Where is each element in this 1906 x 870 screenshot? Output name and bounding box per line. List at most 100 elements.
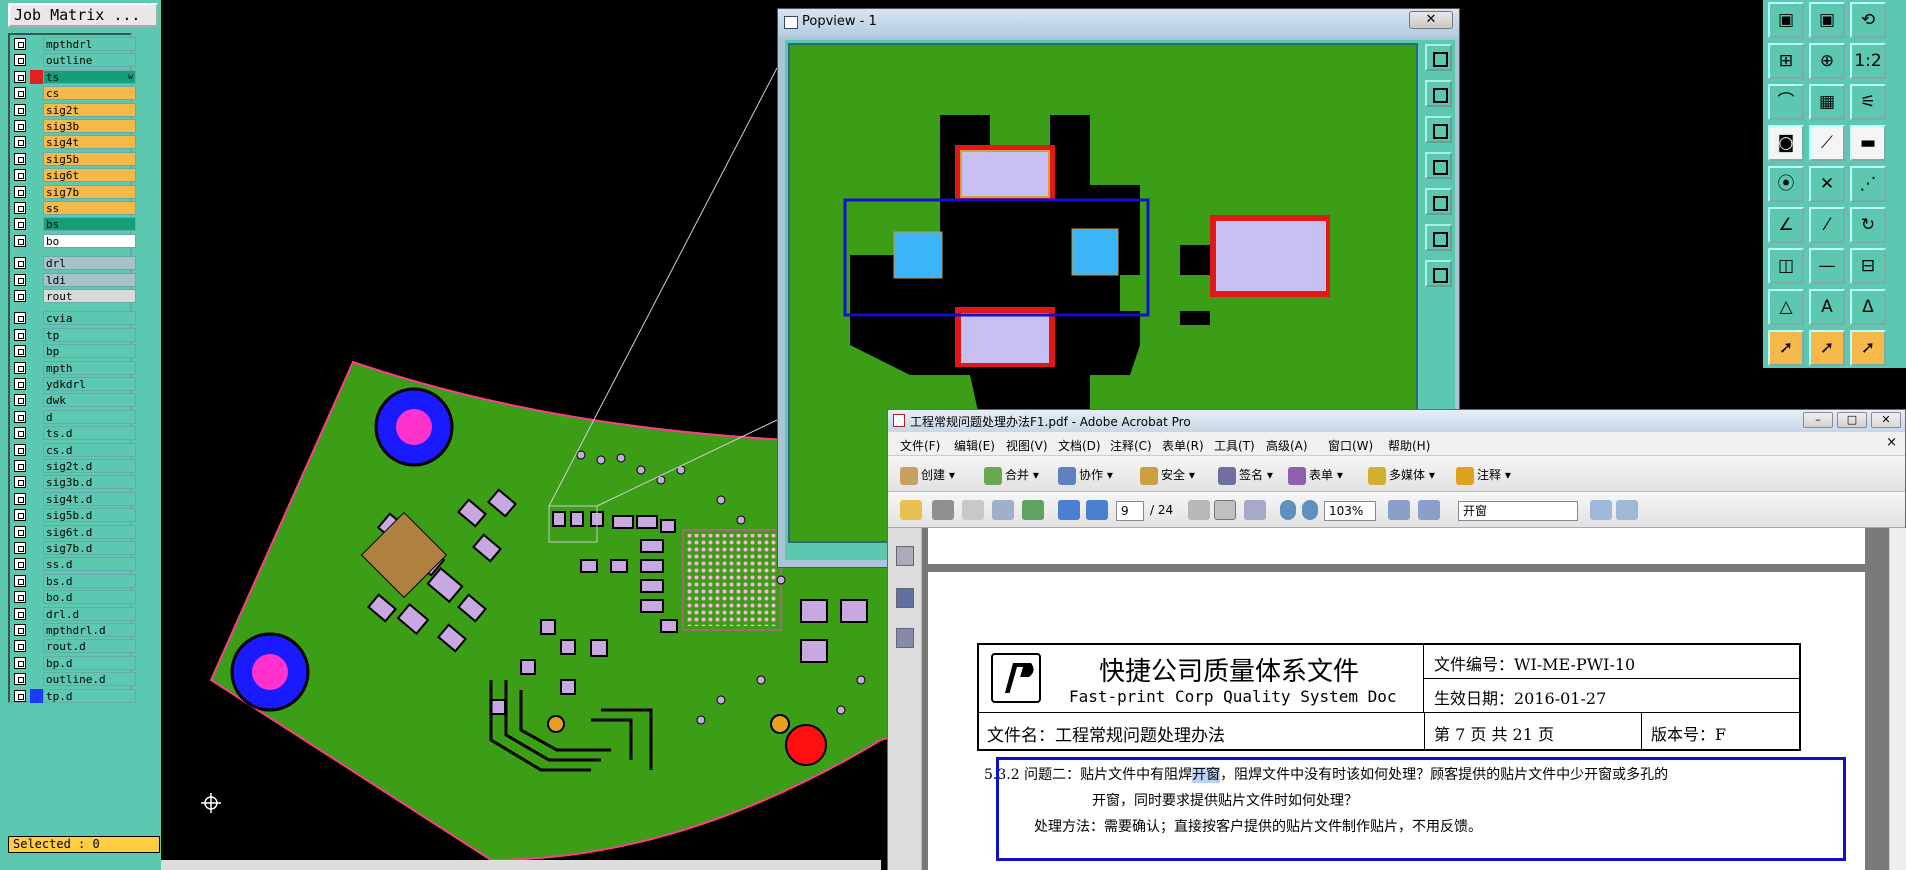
email-icon[interactable]: [992, 500, 1014, 520]
layer-name[interactable]: sig2t: [43, 102, 136, 117]
layer-name[interactable]: bs.d: [43, 573, 136, 588]
layer-name[interactable]: sig3b.d: [43, 475, 136, 490]
layer-checkbox[interactable]: [14, 607, 26, 620]
grid-icon[interactable]: ▦: [1809, 84, 1845, 120]
layer-checkbox[interactable]: [14, 185, 26, 198]
layer-checkbox[interactable]: [14, 87, 26, 100]
layer-row[interactable]: sig2t: [12, 102, 140, 117]
triangle-icon[interactable]: △: [1768, 289, 1804, 325]
layer-checkbox[interactable]: [14, 394, 26, 407]
layer-row[interactable]: sig5b: [12, 151, 140, 166]
layer-checkbox[interactable]: [14, 624, 26, 636]
fit-page-icon[interactable]: [1388, 500, 1410, 520]
layer-row[interactable]: mpthdrl.d: [12, 623, 140, 637]
layer-name[interactable]: ss.d: [43, 557, 136, 572]
layer-row[interactable]: cs: [12, 86, 140, 101]
menu-advanced[interactable]: 高级(A): [1266, 437, 1308, 454]
layer-checkbox[interactable]: [14, 361, 26, 374]
layer-name[interactable]: sig4t.d: [43, 491, 136, 506]
layer-row[interactable]: ldi: [12, 272, 140, 287]
layer-row[interactable]: sig3b: [12, 119, 140, 133]
save-icon[interactable]: [962, 500, 984, 520]
select-net-icon[interactable]: ➚: [1850, 330, 1886, 366]
slash-icon[interactable]: ⁄: [1809, 207, 1845, 243]
zoom-level-input[interactable]: 103%: [1324, 501, 1376, 521]
layer-checkbox[interactable]: [14, 328, 26, 341]
layer-row[interactable]: d: [12, 409, 140, 424]
layer-name[interactable]: mpthdrl: [43, 37, 136, 51]
menu-forms[interactable]: 表单(R): [1162, 437, 1204, 454]
layer-row[interactable]: bp.d: [12, 655, 140, 670]
layer-row[interactable]: rout: [12, 289, 140, 303]
page-up-icon[interactable]: [1058, 500, 1080, 520]
layer-name[interactable]: sig7b.d: [43, 541, 136, 555]
open-icon[interactable]: [900, 500, 922, 520]
zoom-out-icon[interactable]: [1280, 500, 1296, 520]
vertical-scrollbar[interactable]: [1889, 528, 1906, 870]
layer-checkbox[interactable]: [14, 509, 26, 522]
layer-row[interactable]: mpth: [12, 360, 140, 375]
layer-row[interactable]: sig4t.d: [12, 491, 140, 506]
menu-document[interactable]: 文档(D): [1058, 437, 1101, 454]
signatures-icon[interactable]: [896, 628, 914, 648]
layer-name[interactable]: sig2t.d: [43, 459, 136, 473]
triangle-a-icon[interactable]: A: [1809, 289, 1845, 325]
close-button[interactable]: ✕: [1871, 412, 1901, 428]
zoom-tool-icon[interactable]: [1244, 500, 1266, 520]
layer-name[interactable]: bp.d: [43, 655, 136, 670]
select-add-icon[interactable]: ➚: [1809, 330, 1845, 366]
layer-checkbox[interactable]: [14, 169, 26, 182]
layer-checkbox[interactable]: [14, 558, 26, 571]
redraw-icon[interactable]: ⟲: [1850, 2, 1886, 38]
zoom-out-icon[interactable]: [1425, 116, 1452, 143]
layer-row[interactable]: ss.d: [12, 557, 140, 572]
zoom-in-icon[interactable]: ⊕: [1809, 43, 1845, 79]
hand-tool-icon[interactable]: [1214, 500, 1236, 520]
layer-checkbox[interactable]: [14, 70, 26, 83]
layer-row[interactable]: sig6t: [12, 168, 140, 183]
layer-name[interactable]: bs: [43, 217, 136, 232]
layer-checkbox[interactable]: [14, 378, 26, 390]
dash-icon[interactable]: ▬: [1850, 125, 1886, 161]
layer-checkbox[interactable]: [14, 103, 26, 116]
layer-row[interactable]: cvia: [12, 311, 140, 326]
layer-checkbox[interactable]: [14, 542, 26, 554]
layer-name[interactable]: mpthdrl.d: [43, 623, 136, 637]
minus-icon[interactable]: —: [1809, 248, 1845, 284]
layer-checkbox[interactable]: [14, 136, 26, 149]
layer-row[interactable]: mpthdrl: [12, 37, 140, 51]
center-icon[interactable]: [1425, 260, 1452, 287]
page-down-icon[interactable]: [1086, 500, 1108, 520]
pages-icon[interactable]: [896, 546, 914, 566]
layer-row[interactable]: bp: [12, 344, 140, 359]
layer-checkbox[interactable]: [14, 410, 26, 423]
layer-row[interactable]: drl.d: [12, 606, 140, 621]
zoom-fit-icon[interactable]: ⊞: [1768, 43, 1804, 79]
layer-name[interactable]: cvia: [43, 311, 136, 326]
layer-row[interactable]: ts w: [12, 69, 140, 84]
triangle-b-icon[interactable]: Δ: [1850, 289, 1886, 325]
layer-name[interactable]: ydkdrl: [43, 377, 136, 391]
layer-checkbox[interactable]: [14, 218, 26, 231]
layer-checkbox[interactable]: [14, 443, 26, 456]
minimize-button[interactable]: –: [1803, 412, 1833, 428]
layer-name[interactable]: tp: [43, 327, 136, 342]
layer-row[interactable]: ss: [12, 201, 140, 215]
layer-name[interactable]: sig5b: [43, 151, 136, 166]
layer-checkbox[interactable]: [14, 202, 26, 214]
layer-name[interactable]: bp: [43, 344, 136, 359]
layer-name[interactable]: mpth: [43, 360, 136, 375]
move-right-icon[interactable]: ▣: [1809, 2, 1845, 38]
cross-icon[interactable]: ✕: [1809, 166, 1845, 202]
layer-name[interactable]: drl: [43, 256, 136, 271]
layer-name[interactable]: sig6t.d: [43, 524, 136, 539]
layer-checkbox[interactable]: [14, 38, 26, 50]
menu-window[interactable]: 窗口(W): [1328, 437, 1373, 454]
layer-checkbox[interactable]: [14, 640, 26, 653]
layer-row[interactable]: drl: [12, 256, 140, 271]
layer-name[interactable]: dwk: [43, 393, 136, 408]
layer-row[interactable]: sig2t.d: [12, 459, 140, 473]
layer-checkbox[interactable]: [14, 120, 26, 132]
layer-row[interactable]: ydkdrl: [12, 377, 140, 391]
layer-name[interactable]: bo: [43, 233, 136, 248]
